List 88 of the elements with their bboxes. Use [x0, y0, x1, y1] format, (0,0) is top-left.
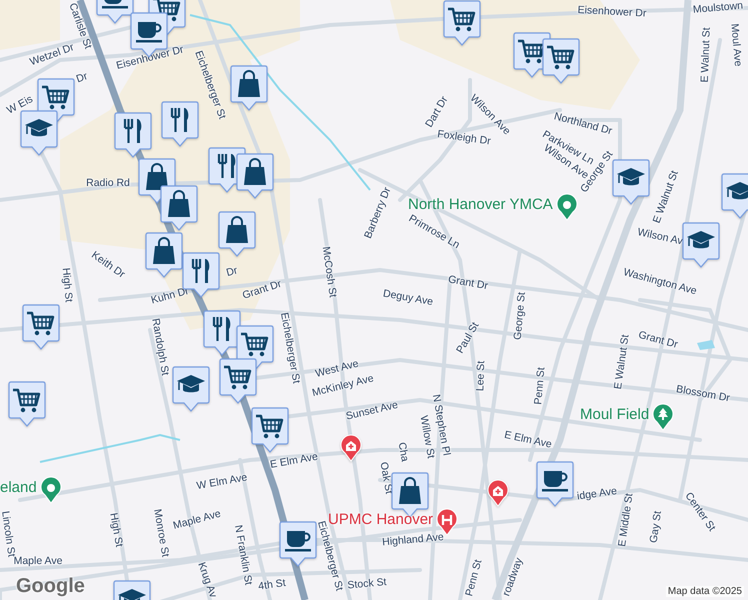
- graduation-cap-icon: [726, 182, 748, 200]
- graduation-cap-icon: [617, 168, 645, 186]
- street-label: Blossom Dr: [675, 384, 731, 404]
- shopping-cart-icon: [224, 366, 252, 390]
- hospital-icon[interactable]: [487, 479, 509, 507]
- shopping-bag-icon: [168, 190, 190, 217]
- street-label: Wilson Av: [636, 227, 684, 247]
- coffee-cup-icon: [102, 0, 128, 8]
- street-label: Radio Rd: [86, 178, 130, 188]
- street-label: High St: [108, 512, 124, 548]
- street-label: Penn St: [533, 366, 547, 406]
- street-label: George St: [512, 292, 528, 340]
- street-label: 4th St: [258, 578, 286, 592]
- street-label: Grant Dr: [241, 278, 283, 302]
- street-label: Penn St: [464, 558, 484, 598]
- street-label: Moul Ave: [728, 23, 744, 67]
- place-label[interactable]: eland: [0, 479, 37, 496]
- street-label: E Walnut St: [612, 334, 632, 390]
- hospital-icon[interactable]: [436, 508, 458, 536]
- graduation-cap-icon: [177, 375, 205, 392]
- shopping-bag-icon: [146, 163, 168, 190]
- shopping-cart-icon: [13, 388, 40, 412]
- map-marker[interactable]: [721, 173, 748, 219]
- street-label: High St: [60, 267, 74, 303]
- street-label: Eisenhower Dr: [577, 4, 647, 20]
- street-label: Highland Ave: [382, 532, 444, 548]
- street-label: McCosh St: [320, 246, 338, 298]
- street-label: Foxleigh Dr: [436, 129, 492, 147]
- street-label: Eichelberger St: [278, 312, 302, 384]
- shopping-bag-icon: [244, 158, 266, 185]
- street-label: Stock St: [347, 577, 387, 591]
- street-label: Wetzel Dr: [28, 42, 76, 68]
- hospital-icon[interactable]: [340, 434, 362, 462]
- street-label: W Eis: [5, 94, 35, 116]
- street-label: Grant Dr: [447, 274, 489, 292]
- street-label: Monroe St: [152, 508, 170, 558]
- coffee-cup-icon: [136, 22, 162, 42]
- fork-knife-icon: [124, 118, 142, 144]
- pond: [697, 340, 715, 350]
- street-label: E Elm Ave: [269, 452, 319, 470]
- place-label[interactable]: North Hanover YMCA: [408, 196, 553, 213]
- shopping-cart-icon: [42, 86, 70, 110]
- street-label: Krug Av: [196, 561, 218, 599]
- street-label: Sunset Ave: [345, 400, 399, 422]
- street-label: Maple Ave: [172, 508, 222, 532]
- street-label: Gay St: [648, 510, 664, 544]
- coffee-cup-icon: [285, 531, 311, 552]
- street-label: E Walnut St: [700, 27, 712, 83]
- shopping-cart-icon: [256, 414, 284, 438]
- street-label: idge Ave: [576, 486, 618, 502]
- street-label: Maple Ave: [14, 556, 62, 566]
- shopping-bag-icon: [238, 70, 260, 97]
- shopping-bag-icon: [226, 216, 248, 243]
- attribution-text: Map data ©2025: [666, 586, 744, 597]
- shopping-bag-icon: [153, 237, 175, 264]
- fork-knife-icon: [212, 316, 230, 342]
- map-pin-icon[interactable]: [556, 193, 578, 221]
- map-pin-icon[interactable]: [40, 476, 62, 504]
- street-label: Cha: [396, 442, 410, 462]
- street-label: N Franklin St: [232, 524, 254, 586]
- fork-knife-icon: [192, 258, 210, 284]
- street-label: Dr: [75, 71, 89, 85]
- street-label: Willow St: [418, 414, 436, 460]
- street-label: W Elm Ave: [196, 472, 248, 492]
- shopping-cart-icon: [518, 40, 546, 64]
- shopping-bag-icon: [399, 477, 421, 504]
- tree-icon[interactable]: [652, 403, 674, 431]
- shopping-cart-icon: [448, 8, 476, 32]
- fork-knife-icon: [218, 152, 236, 180]
- street-label: Grant Dr: [637, 330, 679, 350]
- shopping-cart-icon: [241, 332, 268, 356]
- graduation-cap-icon: [687, 231, 715, 248]
- map-logo[interactable]: Google: [16, 575, 85, 598]
- graduation-cap-icon: [25, 119, 53, 136]
- shopping-cart-icon: [547, 46, 574, 70]
- place-label[interactable]: Moul Field: [580, 406, 650, 423]
- graduation-cap-icon: [118, 589, 146, 600]
- street-label: Randolph St: [150, 318, 170, 376]
- street-label: Lee St: [475, 360, 487, 392]
- street-label: Dr: [225, 266, 239, 278]
- street-label: Deguy Ave: [382, 288, 434, 308]
- street-label: E Elm Ave: [503, 430, 553, 450]
- fork-knife-icon: [170, 106, 188, 134]
- shopping-cart-icon: [27, 312, 54, 336]
- street-label: Lincoln St: [0, 510, 16, 558]
- coffee-cup-icon: [542, 471, 568, 492]
- street-label: E Middle St: [617, 492, 635, 548]
- street-label: Moulstown: [692, 0, 744, 16]
